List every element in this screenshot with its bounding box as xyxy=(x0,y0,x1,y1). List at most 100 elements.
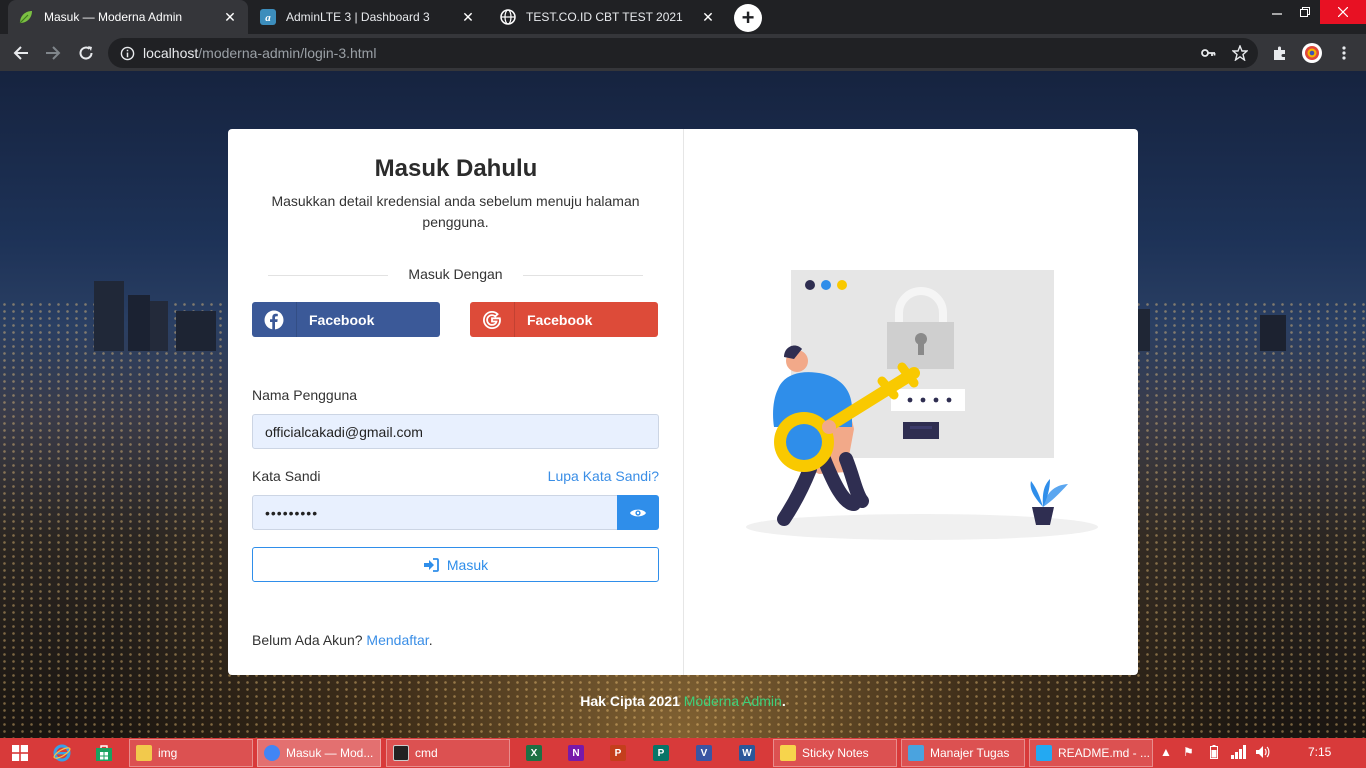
close-icon[interactable]: ✕ xyxy=(460,9,476,25)
tab-title: Masuk — Moderna Admin xyxy=(44,10,183,24)
login-card: Masuk Dahulu Masukkan detail kredensial … xyxy=(228,129,1138,675)
battery-icon[interactable] xyxy=(1210,745,1218,762)
window-close-button[interactable] xyxy=(1320,0,1366,24)
google-icon xyxy=(470,302,515,337)
taskbar-window-task-manager[interactable]: Manajer Tugas xyxy=(901,739,1025,767)
page-title: Masuk Dahulu xyxy=(374,155,538,182)
browser-toolbar: localhost/moderna-admin/login-3.html xyxy=(0,34,1366,71)
taskbar-app-excel[interactable]: X xyxy=(516,739,552,767)
eye-icon xyxy=(630,509,646,516)
login-subtitle: Masukkan detail kredensial anda sebelum … xyxy=(271,193,640,230)
word-icon: W xyxy=(739,745,755,761)
chrome-icon xyxy=(264,745,280,761)
taskbar-app-onenote[interactable]: N xyxy=(558,739,594,767)
browser-tab-strip: Masuk — Moderna Admin ✕ a AdminLTE 3 | D… xyxy=(0,0,1366,34)
footer-suffix: . xyxy=(781,693,786,709)
profile-avatar[interactable] xyxy=(1301,42,1323,64)
page-footer: Hak Cipta 2021 Moderna Admin. xyxy=(0,693,1366,709)
clock[interactable]: 7:15 xyxy=(1308,745,1331,759)
adminlte-icon: a xyxy=(260,9,276,25)
cmd-icon xyxy=(393,745,409,761)
url-path: /moderna-admin/login-3.html xyxy=(198,45,377,61)
new-tab-button[interactable]: + xyxy=(734,4,762,32)
svg-text:a: a xyxy=(265,12,271,24)
vscode-icon xyxy=(1036,745,1052,761)
login-submit-label: Masuk xyxy=(446,556,489,573)
sticky-notes-icon xyxy=(780,745,796,761)
tab-adminlte[interactable]: a AdminLTE 3 | Dashboard 3 ✕ xyxy=(250,0,486,34)
back-button[interactable] xyxy=(8,40,34,66)
close-icon xyxy=(1338,7,1348,17)
info-icon[interactable] xyxy=(120,46,135,61)
show-hidden-icons-button[interactable]: ▲ xyxy=(1160,745,1172,759)
divider-right xyxy=(521,275,643,276)
key-icon[interactable] xyxy=(1197,42,1219,64)
tab-masuk[interactable]: Masuk — Moderna Admin ✕ xyxy=(8,0,248,34)
taskbar-window-label: Manajer Tugas xyxy=(930,746,1010,760)
close-icon[interactable]: ✕ xyxy=(700,9,716,25)
facebook-icon xyxy=(252,302,297,337)
bookmark-star-icon[interactable] xyxy=(1229,42,1251,64)
signup-link[interactable]: Mendaftar xyxy=(366,632,428,648)
menu-kebab-icon[interactable] xyxy=(1333,42,1355,64)
internet-explorer-button[interactable] xyxy=(44,739,80,767)
forward-button[interactable] xyxy=(40,40,66,66)
forgot-password-link[interactable]: Lupa Kata Sandi? xyxy=(543,468,659,484)
start-button[interactable] xyxy=(2,739,38,767)
username-label: Nama Pengguna xyxy=(252,387,358,403)
arrow-right-icon xyxy=(46,46,61,60)
page-background: Masuk Dahulu Masukkan detail kredensial … xyxy=(0,71,1366,738)
facebook-label: Facebook xyxy=(309,311,375,328)
publisher-icon: P xyxy=(653,745,669,761)
signup-suffix: . xyxy=(428,632,433,648)
close-icon[interactable]: ✕ xyxy=(222,9,238,25)
taskbar-window-img[interactable]: img xyxy=(129,739,253,767)
volume-icon[interactable] xyxy=(1256,745,1272,762)
internet-explorer-icon xyxy=(53,744,71,762)
footer-copyright: Hak Cipta 2021 xyxy=(580,693,680,709)
footer-brand-link[interactable]: Moderna Admin xyxy=(684,693,782,709)
address-bar[interactable]: localhost/moderna-admin/login-3.html xyxy=(108,38,1258,68)
excel-icon: X xyxy=(526,745,542,761)
store-icon xyxy=(96,745,112,761)
divider-left xyxy=(268,275,390,276)
taskbar-app-publisher[interactable]: P xyxy=(643,739,679,767)
taskbar-app-visio[interactable]: V xyxy=(686,739,722,767)
visio-icon: V xyxy=(696,745,712,761)
taskbar-window-chrome[interactable]: Masuk — Mod... xyxy=(257,739,381,767)
signup-prefix: Belum Ada Akun? xyxy=(252,632,363,648)
taskbar-window-vscode[interactable]: README.md - ... xyxy=(1029,739,1153,767)
facebook-login-button[interactable]: Facebook xyxy=(252,302,440,337)
illustration-panel xyxy=(684,129,1138,675)
globe-icon xyxy=(500,9,516,25)
action-center-flag-icon[interactable]: ⚑ xyxy=(1183,745,1194,759)
tab-title: AdminLTE 3 | Dashboard 3 xyxy=(286,10,430,24)
powerpoint-icon: P xyxy=(610,745,626,761)
taskbar-window-label: README.md - ... xyxy=(1058,746,1151,760)
taskbar-app-powerpoint[interactable]: P xyxy=(600,739,636,767)
reload-button[interactable] xyxy=(73,40,99,66)
password-label: Kata Sandi xyxy=(252,468,321,484)
folder-icon xyxy=(136,745,152,761)
leaf-icon xyxy=(18,9,34,25)
reload-icon xyxy=(79,46,93,60)
store-button[interactable] xyxy=(86,739,122,767)
password-input[interactable]: ••••••••• xyxy=(252,495,618,530)
minimize-icon xyxy=(1272,13,1282,15)
extensions-icon[interactable] xyxy=(1269,42,1291,64)
security-key-illustration xyxy=(746,270,1098,540)
show-password-button[interactable] xyxy=(617,495,659,530)
network-signal-icon[interactable] xyxy=(1231,745,1247,762)
google-login-button[interactable]: Facebook xyxy=(470,302,658,337)
taskbar-window-label: Sticky Notes xyxy=(802,746,869,760)
google-label: Facebook xyxy=(527,311,593,328)
taskbar-window-cmd[interactable]: cmd xyxy=(386,739,510,767)
username-input[interactable]: officialcakadi@gmail.com xyxy=(252,414,659,449)
login-submit-button[interactable]: Masuk xyxy=(252,547,659,582)
taskbar-window-sticky-notes[interactable]: Sticky Notes xyxy=(773,739,897,767)
onenote-icon: N xyxy=(568,745,584,761)
tab-test-cbt[interactable]: TEST.CO.ID CBT TEST 2021 ✕ xyxy=(490,0,726,34)
windows-taskbar: img Masuk — Mod... cmd X N P P V W Stick… xyxy=(0,738,1366,768)
sign-in-icon xyxy=(423,557,439,572)
taskbar-app-word[interactable]: W xyxy=(729,739,765,767)
